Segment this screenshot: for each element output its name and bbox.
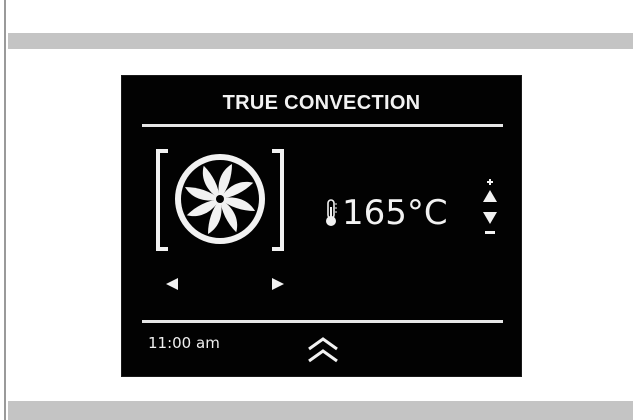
temperature-value: 165°C [342, 193, 448, 233]
minus-down-icon [483, 212, 497, 234]
triangle-right-icon[interactable] [270, 276, 286, 292]
frame-bar-top [8, 33, 633, 49]
double-chevron-up-icon[interactable] [306, 335, 340, 365]
clock-time: 11:00 am [148, 334, 220, 352]
appliance-panel: TRUE CONVECTION 165°C 11:00 am [0, 0, 639, 420]
temperature-adjust-control[interactable] [479, 177, 501, 241]
plus-up-icon [483, 179, 497, 202]
thermometer-icon [326, 199, 337, 226]
oven-display: TRUE CONVECTION 165°C 11:00 am [121, 75, 522, 377]
frame-edge [4, 0, 6, 420]
fan-icon[interactable] [154, 145, 286, 255]
triangle-left-icon[interactable] [164, 276, 180, 292]
divider-bottom [142, 320, 503, 323]
temperature-readout: 165°C [322, 188, 448, 238]
frame-bar-bottom [8, 401, 633, 420]
divider-top [142, 124, 503, 127]
mode-title: TRUE CONVECTION [222, 92, 421, 114]
